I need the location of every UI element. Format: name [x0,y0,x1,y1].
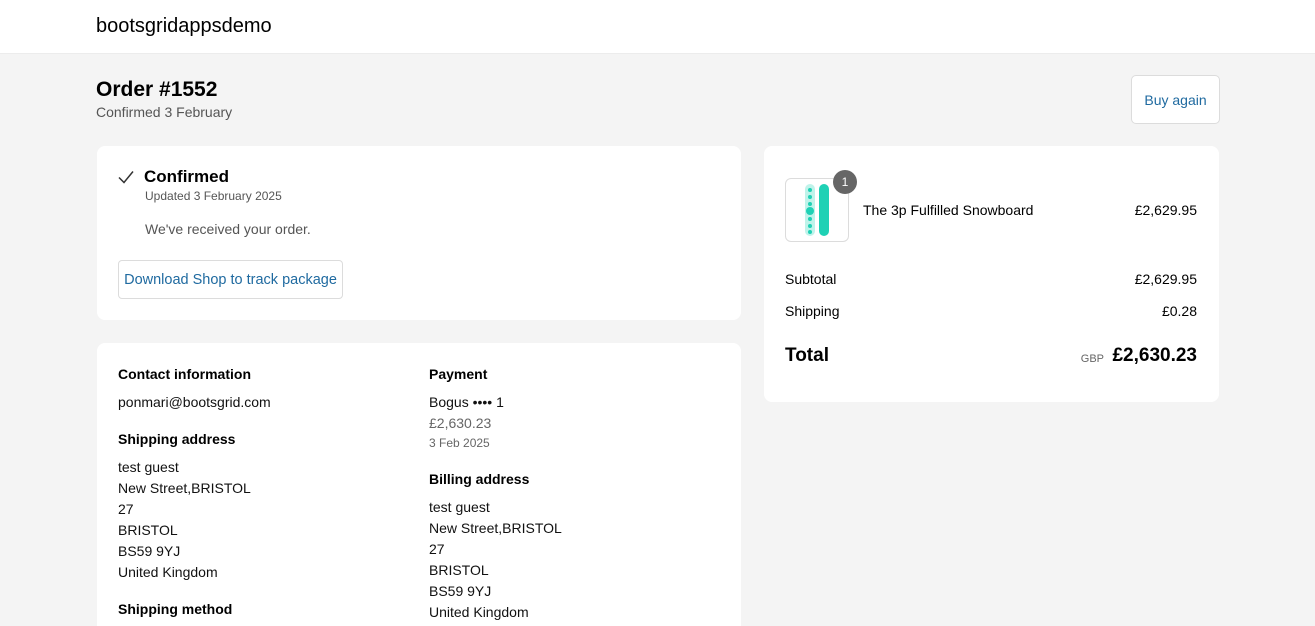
buy-again-button[interactable]: Buy again [1131,75,1220,124]
status-updated-date: Updated 3 February 2025 [145,189,282,203]
address-line: BS59 9YJ [118,543,181,559]
status-message: We've received your order. [145,221,311,237]
quantity-badge: 1 [833,170,857,194]
store-name[interactable]: bootsgridappsdemo [96,15,272,38]
subtotal-label: Subtotal [785,271,837,287]
address-line: test guest [429,499,490,515]
address-line: 27 [118,501,134,517]
shipping-address: test guest New Street,BRISTOL 27 BRISTOL… [118,457,408,583]
order-status-card: Confirmed Updated 3 February 2025 We've … [97,146,741,320]
contact-email: ponmari@bootsgrid.com [118,394,271,410]
product-name: The 3p Fulfilled Snowboard [863,202,1034,218]
top-bar: bootsgridappsdemo [0,0,1315,54]
address-line: BS59 9YJ [429,583,492,599]
total-label: Total [785,345,829,366]
payment-date: 3 Feb 2025 [429,436,490,450]
shipping-label: Shipping [785,303,840,319]
address-line: test guest [118,459,179,475]
total-value: £2,630.23 [1112,345,1197,366]
order-summary-card: 1 The 3p Fulfilled Snowboard £2,629.95 S… [764,146,1219,402]
contact-info-title: Contact information [118,366,251,382]
shipping-row: Shipping £0.28 [785,301,1197,321]
details-right-column: Payment Bogus •••• 1 £2,630.23 3 Feb 202… [429,364,719,623]
subtotal-value: £2,629.95 [1134,271,1197,287]
product-price: £2,629.95 [1134,202,1197,218]
address-line: United Kingdom [429,604,529,620]
shipping-address-title: Shipping address [118,431,236,447]
details-left-column: Contact information ponmari@bootsgrid.co… [118,364,408,620]
payment-title: Payment [429,366,488,382]
shipping-value: £0.28 [1161,303,1197,319]
address-line: BRISTOL [429,562,489,578]
order-details-card: Contact information ponmari@bootsgrid.co… [97,343,741,626]
address-line: BRISTOL [118,522,178,538]
download-shop-button[interactable]: Download Shop to track package [118,260,343,299]
billing-address: test guest New Street,BRISTOL 27 BRISTOL… [429,497,719,623]
order-title: Order #1552 [96,78,218,101]
address-line: United Kingdom [118,564,218,580]
total-row: Total GBP £2,630.23 [785,345,1197,371]
billing-address-title: Billing address [429,471,530,487]
shipping-method-title: Shipping method [118,601,233,617]
status-title: Confirmed [144,167,229,186]
total-currency: GBP [1080,353,1104,365]
payment-amount: £2,630.23 [429,415,492,431]
check-icon [118,171,134,184]
address-line: New Street,BRISTOL [429,520,562,536]
address-line: 27 [429,541,445,557]
payment-method: Bogus •••• 1 [429,394,504,410]
subtotal-row: Subtotal £2,629.95 [785,269,1197,289]
order-confirmed-date: Confirmed 3 February [96,104,233,120]
address-line: New Street,BRISTOL [118,480,251,496]
